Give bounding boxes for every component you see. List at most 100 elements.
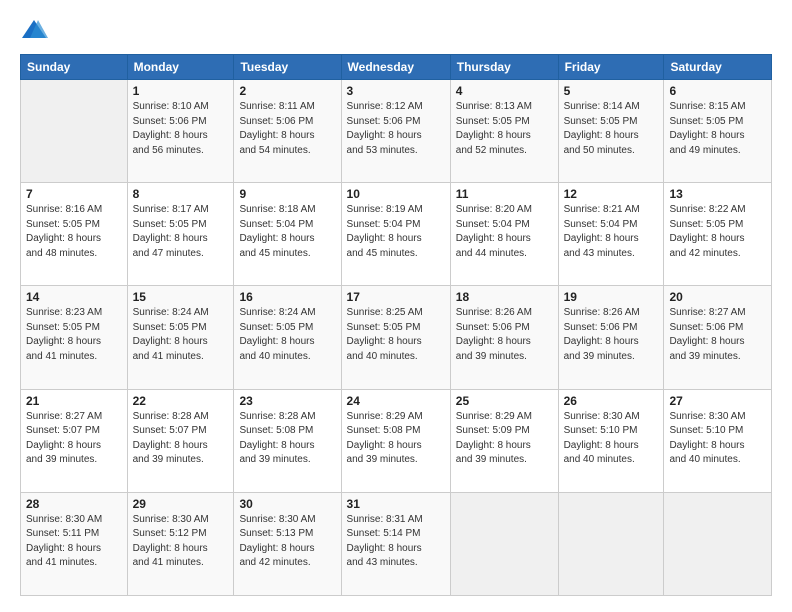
day-number: 9	[239, 187, 335, 201]
day-info: Sunrise: 8:18 AM Sunset: 5:04 PM Dayligh…	[239, 203, 335, 261]
calendar-header: SundayMondayTuesdayWednesdayThursdayFrid…	[21, 55, 772, 80]
day-number: 23	[239, 394, 335, 408]
day-number: 31	[347, 497, 445, 511]
day-info: Sunrise: 8:31 AM Sunset: 5:14 PM Dayligh…	[347, 513, 445, 571]
calendar-table: SundayMondayTuesdayWednesdayThursdayFrid…	[20, 54, 772, 596]
day-info: Sunrise: 8:10 AM Sunset: 5:06 PM Dayligh…	[133, 100, 229, 158]
day-info: Sunrise: 8:24 AM Sunset: 5:05 PM Dayligh…	[239, 306, 335, 364]
logo	[20, 16, 52, 44]
calendar-cell	[21, 80, 128, 183]
day-number: 19	[564, 290, 659, 304]
day-number: 8	[133, 187, 229, 201]
calendar-cell: 5 Sunrise: 8:14 AM Sunset: 5:05 PM Daylig…	[558, 80, 664, 183]
day-number: 14	[26, 290, 122, 304]
day-number: 17	[347, 290, 445, 304]
day-info: Sunrise: 8:30 AM Sunset: 5:10 PM Dayligh…	[669, 410, 766, 468]
day-info: Sunrise: 8:15 AM Sunset: 5:05 PM Dayligh…	[669, 100, 766, 158]
day-number: 1	[133, 84, 229, 98]
day-number: 2	[239, 84, 335, 98]
calendar-cell: 25 Sunrise: 8:29 AM Sunset: 5:09 PM Dayli…	[450, 389, 558, 492]
weekday-header-saturday: Saturday	[664, 55, 772, 80]
day-info: Sunrise: 8:16 AM Sunset: 5:05 PM Dayligh…	[26, 203, 122, 261]
day-number: 13	[669, 187, 766, 201]
day-info: Sunrise: 8:25 AM Sunset: 5:05 PM Dayligh…	[347, 306, 445, 364]
calendar-cell: 28 Sunrise: 8:30 AM Sunset: 5:11 PM Dayli…	[21, 492, 128, 595]
weekday-header-friday: Friday	[558, 55, 664, 80]
day-info: Sunrise: 8:20 AM Sunset: 5:04 PM Dayligh…	[456, 203, 553, 261]
calendar-cell: 16 Sunrise: 8:24 AM Sunset: 5:05 PM Dayli…	[234, 286, 341, 389]
day-number: 11	[456, 187, 553, 201]
calendar-week-row: 28 Sunrise: 8:30 AM Sunset: 5:11 PM Dayli…	[21, 492, 772, 595]
weekday-header-tuesday: Tuesday	[234, 55, 341, 80]
calendar-cell: 4Sunrise: 8:13 AM Sunset: 5:05 PM Daylig…	[450, 80, 558, 183]
day-info: Sunrise: 8:28 AM Sunset: 5:08 PM Dayligh…	[239, 410, 335, 468]
calendar-cell: 14 Sunrise: 8:23 AM Sunset: 5:05 PM Dayli…	[21, 286, 128, 389]
weekday-header-row: SundayMondayTuesdayWednesdayThursdayFrid…	[21, 55, 772, 80]
day-info: Sunrise: 8:21 AM Sunset: 5:04 PM Dayligh…	[564, 203, 659, 261]
calendar-week-row: 14 Sunrise: 8:23 AM Sunset: 5:05 PM Dayli…	[21, 286, 772, 389]
calendar-cell: 9 Sunrise: 8:18 AM Sunset: 5:04 PM Daylig…	[234, 183, 341, 286]
day-info: Sunrise: 8:11 AM Sunset: 5:06 PM Dayligh…	[239, 100, 335, 158]
calendar-cell: 7 Sunrise: 8:16 AM Sunset: 5:05 PM Daylig…	[21, 183, 128, 286]
day-info: Sunrise: 8:12 AM Sunset: 5:06 PM Dayligh…	[347, 100, 445, 158]
calendar-cell: 3Sunrise: 8:12 AM Sunset: 5:06 PM Daylig…	[341, 80, 450, 183]
calendar-cell: 24Sunrise: 8:29 AM Sunset: 5:08 PM Dayli…	[341, 389, 450, 492]
day-info: Sunrise: 8:30 AM Sunset: 5:13 PM Dayligh…	[239, 513, 335, 571]
calendar-body: 1 Sunrise: 8:10 AM Sunset: 5:06 PM Daylig…	[21, 80, 772, 596]
day-info: Sunrise: 8:17 AM Sunset: 5:05 PM Dayligh…	[133, 203, 229, 261]
calendar-cell: 13 Sunrise: 8:22 AM Sunset: 5:05 PM Dayli…	[664, 183, 772, 286]
calendar-cell: 18Sunrise: 8:26 AM Sunset: 5:06 PM Dayli…	[450, 286, 558, 389]
day-number: 16	[239, 290, 335, 304]
day-number: 24	[347, 394, 445, 408]
calendar-cell: 6 Sunrise: 8:15 AM Sunset: 5:05 PM Daylig…	[664, 80, 772, 183]
day-info: Sunrise: 8:22 AM Sunset: 5:05 PM Dayligh…	[669, 203, 766, 261]
calendar-cell: 31 Sunrise: 8:31 AM Sunset: 5:14 PM Dayli…	[341, 492, 450, 595]
day-info: Sunrise: 8:27 AM Sunset: 5:07 PM Dayligh…	[26, 410, 122, 468]
calendar-cell: 26Sunrise: 8:30 AM Sunset: 5:10 PM Dayli…	[558, 389, 664, 492]
day-number: 21	[26, 394, 122, 408]
calendar-cell: 17 Sunrise: 8:25 AM Sunset: 5:05 PM Dayli…	[341, 286, 450, 389]
day-info: Sunrise: 8:29 AM Sunset: 5:09 PM Dayligh…	[456, 410, 553, 468]
calendar-cell: 10Sunrise: 8:19 AM Sunset: 5:04 PM Dayli…	[341, 183, 450, 286]
calendar-week-row: 1 Sunrise: 8:10 AM Sunset: 5:06 PM Daylig…	[21, 80, 772, 183]
calendar-cell: 12Sunrise: 8:21 AM Sunset: 5:04 PM Dayli…	[558, 183, 664, 286]
day-number: 7	[26, 187, 122, 201]
weekday-header-wednesday: Wednesday	[341, 55, 450, 80]
calendar-cell: 22Sunrise: 8:28 AM Sunset: 5:07 PM Dayli…	[127, 389, 234, 492]
day-number: 15	[133, 290, 229, 304]
weekday-header-sunday: Sunday	[21, 55, 128, 80]
day-number: 6	[669, 84, 766, 98]
calendar-cell	[664, 492, 772, 595]
calendar-cell	[450, 492, 558, 595]
header	[20, 16, 772, 44]
calendar-cell: 30 Sunrise: 8:30 AM Sunset: 5:13 PM Dayli…	[234, 492, 341, 595]
calendar-week-row: 21 Sunrise: 8:27 AM Sunset: 5:07 PM Dayli…	[21, 389, 772, 492]
day-number: 20	[669, 290, 766, 304]
calendar-cell: 15Sunrise: 8:24 AM Sunset: 5:05 PM Dayli…	[127, 286, 234, 389]
day-number: 28	[26, 497, 122, 511]
day-number: 5	[564, 84, 659, 98]
day-info: Sunrise: 8:23 AM Sunset: 5:05 PM Dayligh…	[26, 306, 122, 364]
day-number: 29	[133, 497, 229, 511]
day-number: 25	[456, 394, 553, 408]
day-info: Sunrise: 8:27 AM Sunset: 5:06 PM Dayligh…	[669, 306, 766, 364]
day-info: Sunrise: 8:14 AM Sunset: 5:05 PM Dayligh…	[564, 100, 659, 158]
calendar-cell: 29 Sunrise: 8:30 AM Sunset: 5:12 PM Dayli…	[127, 492, 234, 595]
calendar-week-row: 7 Sunrise: 8:16 AM Sunset: 5:05 PM Daylig…	[21, 183, 772, 286]
calendar-cell	[558, 492, 664, 595]
calendar-cell: 19 Sunrise: 8:26 AM Sunset: 5:06 PM Dayli…	[558, 286, 664, 389]
calendar-cell: 8 Sunrise: 8:17 AM Sunset: 5:05 PM Daylig…	[127, 183, 234, 286]
logo-icon	[20, 16, 48, 44]
calendar-cell: 21 Sunrise: 8:27 AM Sunset: 5:07 PM Dayli…	[21, 389, 128, 492]
calendar-cell: 20 Sunrise: 8:27 AM Sunset: 5:06 PM Dayli…	[664, 286, 772, 389]
calendar-cell: 11 Sunrise: 8:20 AM Sunset: 5:04 PM Dayli…	[450, 183, 558, 286]
day-info: Sunrise: 8:30 AM Sunset: 5:12 PM Dayligh…	[133, 513, 229, 571]
day-number: 10	[347, 187, 445, 201]
day-number: 30	[239, 497, 335, 511]
calendar-page: SundayMondayTuesdayWednesdayThursdayFrid…	[0, 0, 792, 612]
day-info: Sunrise: 8:30 AM Sunset: 5:11 PM Dayligh…	[26, 513, 122, 571]
calendar-cell: 2 Sunrise: 8:11 AM Sunset: 5:06 PM Daylig…	[234, 80, 341, 183]
calendar-cell: 1 Sunrise: 8:10 AM Sunset: 5:06 PM Daylig…	[127, 80, 234, 183]
day-info: Sunrise: 8:26 AM Sunset: 5:06 PM Dayligh…	[564, 306, 659, 364]
day-info: Sunrise: 8:13 AM Sunset: 5:05 PM Dayligh…	[456, 100, 553, 158]
